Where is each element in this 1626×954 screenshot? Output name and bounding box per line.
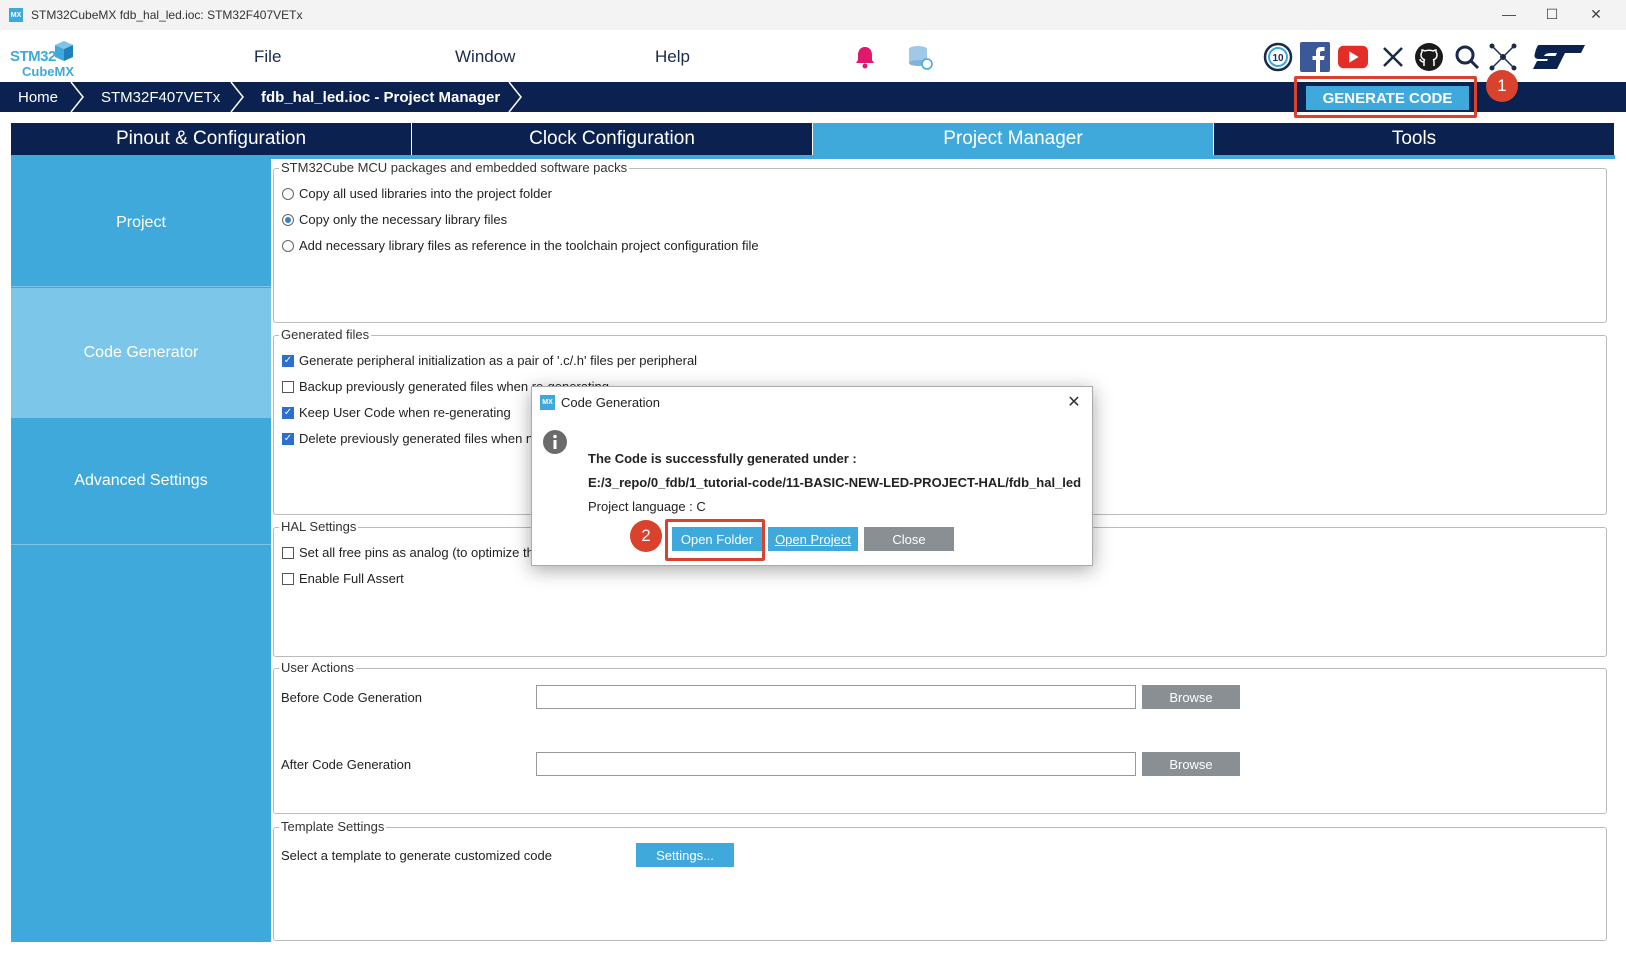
open-project-button[interactable]: Open Project [768, 527, 858, 551]
dialog-titlebar: MX Code Generation [532, 387, 1092, 417]
before-code-generation-label: Before Code Generation [281, 690, 422, 705]
dialog-close-button[interactable]: Close [864, 527, 954, 551]
user-actions-legend: User Actions [279, 660, 356, 675]
main-tabs: Pinout & Configuration Clock Configurati… [11, 123, 1615, 155]
brand-line1: STM32 [10, 48, 56, 65]
user-actions-group: User Actions Before Code Generation Brow… [273, 660, 1607, 814]
close-window-button[interactable]: ✕ [1581, 6, 1611, 23]
checkbox[interactable]: ✓ [282, 432, 294, 445]
notification-bell-icon[interactable] [850, 42, 880, 72]
brand-line2: CubeMX [22, 64, 74, 79]
template-settings-legend: Template Settings [279, 819, 387, 834]
before-code-generation-field[interactable] [536, 685, 1136, 709]
package-option[interactable]: Copy all used libraries into the project… [282, 186, 552, 201]
dialog-language: Project language : C [588, 499, 706, 514]
checkbox[interactable] [282, 380, 294, 393]
generated-option[interactable]: ✓ Delete previously generated files when … [282, 431, 540, 446]
package-option[interactable]: Add necessary library files as reference… [282, 238, 759, 253]
option-label: Set all free pins as analog (to optimize… [299, 545, 534, 560]
code-generation-dialog: MX Code Generation ✕ The Code is success… [531, 386, 1093, 566]
tab-pinout-configuration[interactable]: Pinout & Configuration [11, 123, 412, 155]
x-icon[interactable] [1378, 42, 1408, 72]
network-icon[interactable] [1488, 42, 1518, 72]
tab-clock-configuration[interactable]: Clock Configuration [412, 123, 813, 155]
sidebar: Project Code Generator Advanced Settings [11, 159, 271, 942]
hal-option[interactable]: Set all free pins as analog (to optimize… [282, 545, 534, 560]
breadcrumb-device[interactable]: STM32F407VETx [101, 82, 220, 112]
sidebar-item-code-generator[interactable]: Code Generator [11, 288, 271, 418]
option-label: Copy all used libraries into the project… [299, 186, 552, 201]
browse-before-button[interactable]: Browse [1142, 685, 1240, 709]
info-icon [543, 430, 567, 454]
template-settings-group: Template Settings Select a template to g… [273, 819, 1607, 941]
option-label: Add necessary library files as reference… [299, 238, 759, 253]
search-icon[interactable] [1452, 42, 1482, 72]
chevron-right-icon [230, 82, 244, 112]
stm32cubemx-logo: STM32 CubeMX [10, 36, 80, 79]
option-label: Keep User Code when re-generating [299, 405, 511, 420]
step-badge-2: 2 [630, 520, 662, 552]
dialog-path: E:/3_repo/0_fdb/1_tutorial-code/11-BASIC… [588, 475, 1082, 490]
generated-option[interactable]: ✓ Keep User Code when re-generating [282, 405, 511, 420]
browse-after-button[interactable]: Browse [1142, 752, 1240, 776]
chevron-right-icon [508, 82, 522, 112]
facebook-icon[interactable] [1300, 42, 1330, 72]
generated-option[interactable]: ✓ Generate peripheral initialization as a… [282, 353, 697, 368]
generated-files-legend: Generated files [279, 327, 372, 342]
tab-project-manager[interactable]: Project Manager [813, 123, 1214, 155]
package-option[interactable]: Copy only the necessary library files [282, 212, 507, 227]
database-refresh-icon[interactable] [905, 42, 935, 72]
st-logo-icon[interactable] [1530, 42, 1588, 72]
generate-code-highlight [1294, 76, 1477, 118]
maximize-button[interactable]: ☐ [1537, 6, 1567, 23]
menu-help[interactable]: Help [655, 47, 690, 67]
breadcrumb-home[interactable]: Home [18, 82, 58, 112]
dialog-title: Code Generation [561, 394, 661, 410]
radio-button[interactable] [282, 239, 294, 252]
radio-button[interactable] [282, 187, 294, 200]
sidebar-item-advanced-settings[interactable]: Advanced Settings [11, 418, 271, 545]
step-badge-1: 1 [1486, 70, 1518, 102]
anniversary-10-icon[interactable]: 10 [1263, 42, 1293, 72]
after-code-generation-label: After Code Generation [281, 757, 412, 772]
cube-icon [55, 41, 73, 61]
radio-button[interactable] [282, 213, 294, 226]
sidebar-item-project[interactable]: Project [11, 159, 271, 287]
youtube-icon[interactable] [1338, 42, 1368, 72]
checkbox[interactable] [282, 546, 294, 559]
app-logo-icon: MX [540, 394, 555, 410]
app-logo-icon: MX [9, 8, 23, 22]
breadcrumb-project[interactable]: fdb_hal_led.ioc - Project Manager [261, 82, 500, 112]
checkbox[interactable]: ✓ [282, 406, 294, 419]
option-label: Delete previously generated files when n… [299, 431, 541, 446]
window-titlebar: MX STM32CubeMX fdb_hal_led.ioc: STM32F40… [0, 0, 1626, 30]
hal-settings-legend: HAL Settings [279, 519, 359, 534]
menu-window[interactable]: Window [455, 47, 515, 67]
packages-legend: STM32Cube MCU packages and embedded soft… [279, 160, 630, 175]
option-label: Generate peripheral initialization as a … [299, 353, 698, 368]
github-icon[interactable] [1414, 42, 1444, 72]
template-settings-button[interactable]: Settings... [636, 843, 734, 867]
checkbox[interactable] [282, 572, 294, 585]
dialog-close-icon[interactable]: ✕ [1064, 392, 1084, 412]
option-label: Enable Full Assert [299, 571, 404, 586]
packages-group: STM32Cube MCU packages and embedded soft… [273, 160, 1607, 323]
chevron-right-icon [70, 82, 84, 112]
minimize-button[interactable]: — [1494, 6, 1524, 22]
menu-file[interactable]: File [254, 47, 281, 67]
menu-bar: STM32 CubeMX File Window Help 10 [0, 30, 1626, 82]
after-code-generation-field[interactable] [536, 752, 1136, 776]
hal-option[interactable]: Enable Full Assert [282, 571, 404, 586]
open-folder-highlight [665, 519, 765, 561]
tab-tools[interactable]: Tools [1214, 123, 1615, 155]
window-title: STM32CubeMX fdb_hal_led.ioc: STM32F407VE… [31, 8, 303, 22]
template-label: Select a template to generate customized… [281, 848, 552, 863]
svg-text:10: 10 [1272, 53, 1284, 64]
option-label: Copy only the necessary library files [299, 212, 508, 227]
checkbox[interactable]: ✓ [282, 354, 294, 367]
dialog-heading: The Code is successfully generated under… [588, 451, 857, 466]
